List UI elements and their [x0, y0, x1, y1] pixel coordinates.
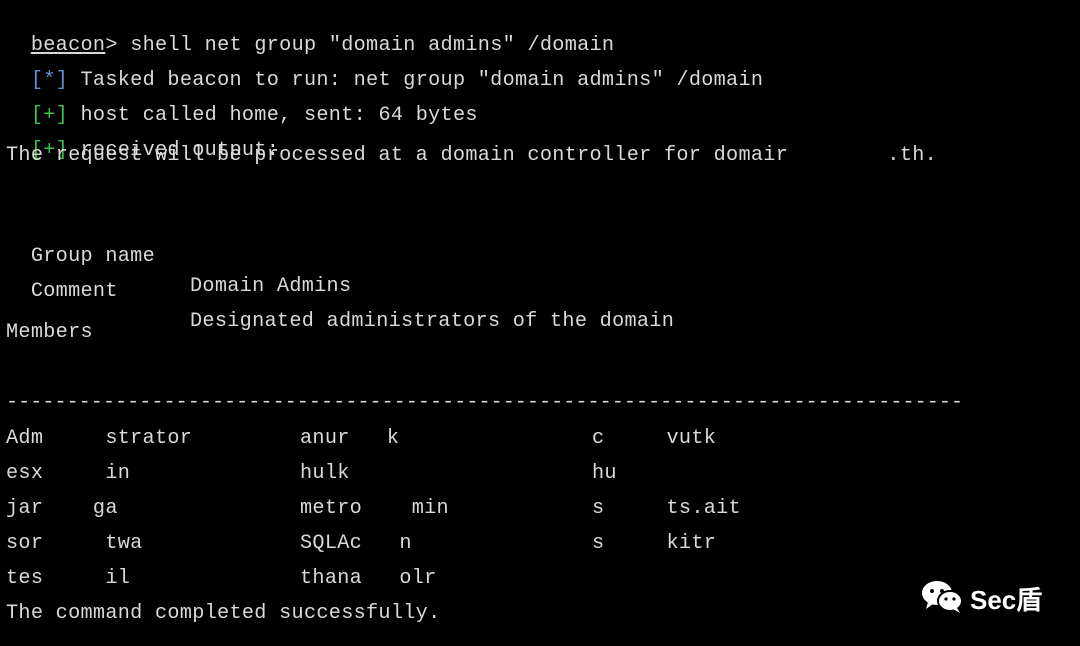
member-cell: anur k — [300, 427, 400, 450]
request-line: The request will be processed at a domai… — [6, 144, 938, 167]
member-cell: Adm strator — [6, 427, 193, 450]
watermark: Sec盾 — [920, 578, 1042, 618]
wechat-icon — [920, 578, 964, 619]
log-line-received: [+] received output: — [6, 106, 279, 162]
member-cell: metro min — [300, 497, 449, 520]
member-cell: hu — [592, 462, 617, 485]
log-line-tasked: [*] Tasked beacon to run: net group "dom… — [6, 36, 763, 92]
member-cell: sor twa — [6, 532, 143, 555]
member-cell: thana olr — [300, 567, 437, 590]
comment-value: Designated administrators of the domain — [190, 310, 675, 333]
member-cell: c vutk — [592, 427, 717, 450]
command-prompt-line[interactable]: beacon> shell net group "domain admins" … — [6, 1, 614, 57]
members-divider: ----------------------------------------… — [6, 391, 964, 414]
members-label: Members — [6, 321, 93, 344]
comment-label: Comment — [30, 280, 118, 303]
member-cell: esx in — [6, 462, 131, 485]
log-line-host-called: [+] host called home, sent: 64 bytes — [6, 71, 478, 127]
comment-row: Comment Designated administrators of the… — [6, 247, 1006, 333]
command-result-line: The command completed successfully. — [6, 602, 441, 625]
member-cell: jar ga — [6, 497, 118, 520]
member-cell: SQLAc n — [300, 532, 412, 555]
member-cell: s kitr — [592, 532, 717, 555]
watermark-text: Sec盾 — [970, 584, 1043, 615]
member-cell: s ts.ait — [592, 497, 741, 520]
member-cell: hulk — [300, 462, 350, 485]
group-name-row: Group name Domain Admins — [6, 212, 1006, 298]
member-cell: tes il — [6, 567, 131, 590]
